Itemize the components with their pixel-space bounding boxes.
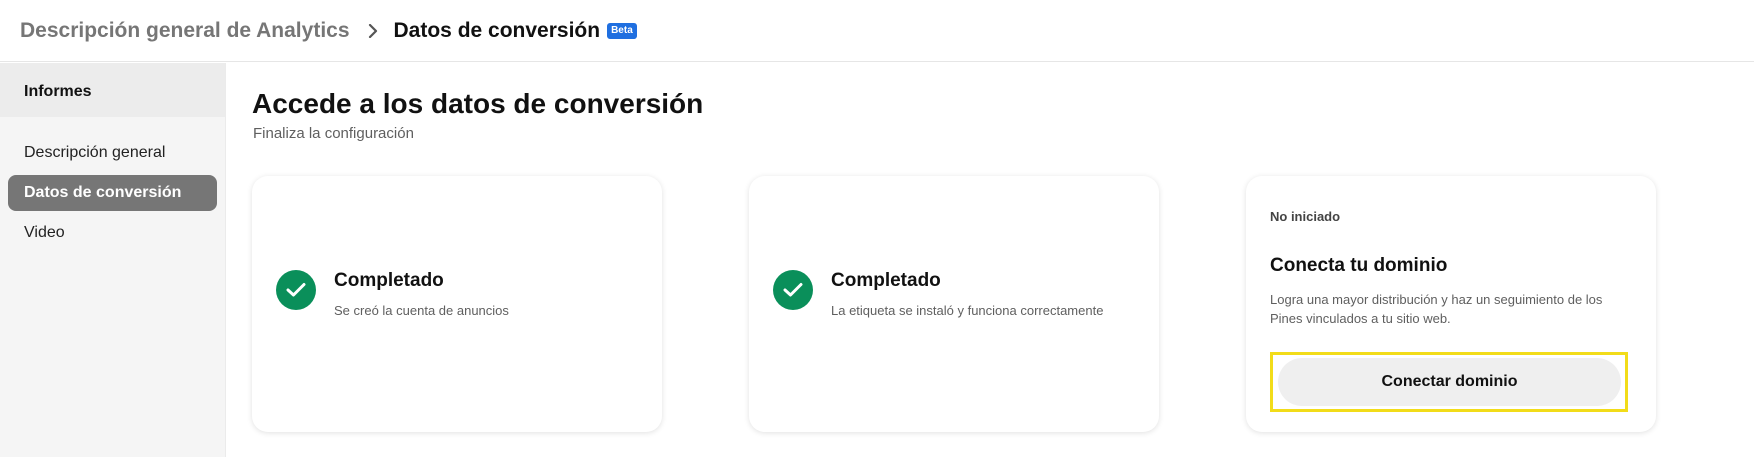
connect-domain-button[interactable]: Conectar dominio xyxy=(1278,358,1621,406)
step-status-label: No iniciado xyxy=(1270,209,1341,224)
page-title: Accede a los datos de conversión xyxy=(252,88,704,119)
step-status: Completado xyxy=(334,270,444,291)
completed-row: Completado La etiqueta se instaló y func… xyxy=(773,270,1103,318)
step-status: Completado xyxy=(831,270,941,291)
completed-row: Completado Se creó la cuenta de anuncios xyxy=(276,270,509,318)
step-card-domain: No iniciado Conecta tu dominio Logra una… xyxy=(1246,176,1656,432)
check-circle-icon xyxy=(773,270,813,310)
chevron-right-icon xyxy=(364,22,382,40)
page-subtitle: Finaliza la configuración xyxy=(253,125,414,142)
sidebar-item-overview[interactable]: Descripción general xyxy=(8,135,217,171)
top-bar: Descripción general de Analytics Datos d… xyxy=(0,0,1754,62)
breadcrumb-analytics-overview[interactable]: Descripción general de Analytics xyxy=(20,19,350,43)
step-card-ad-account: Completado Se creó la cuenta de anuncios xyxy=(252,176,662,432)
step-description: Logra una mayor distribución y haz un se… xyxy=(1270,292,1603,326)
highlight-box: Conectar dominio xyxy=(1270,352,1628,412)
beta-badge: Beta xyxy=(607,22,637,39)
step-title: Conecta tu dominio xyxy=(1270,255,1448,276)
main-content: Accede a los datos de conversión Finaliz… xyxy=(252,63,1754,457)
step-description: La etiqueta se instaló y funciona correc… xyxy=(831,303,1104,318)
check-circle-icon xyxy=(276,270,316,310)
breadcrumb-current: Datos de conversión xyxy=(393,18,601,42)
sidebar: Informes Descripción general Datos de co… xyxy=(0,63,226,457)
step-description: Se creó la cuenta de anuncios xyxy=(334,303,509,318)
sidebar-header: Informes xyxy=(0,63,225,117)
sidebar-list: Descripción general Datos de conversión … xyxy=(0,117,225,251)
sidebar-item-video[interactable]: Video xyxy=(8,215,217,251)
step-card-tag: Completado La etiqueta se instaló y func… xyxy=(749,176,1159,432)
sidebar-item-conversion-data[interactable]: Datos de conversión xyxy=(8,175,217,211)
